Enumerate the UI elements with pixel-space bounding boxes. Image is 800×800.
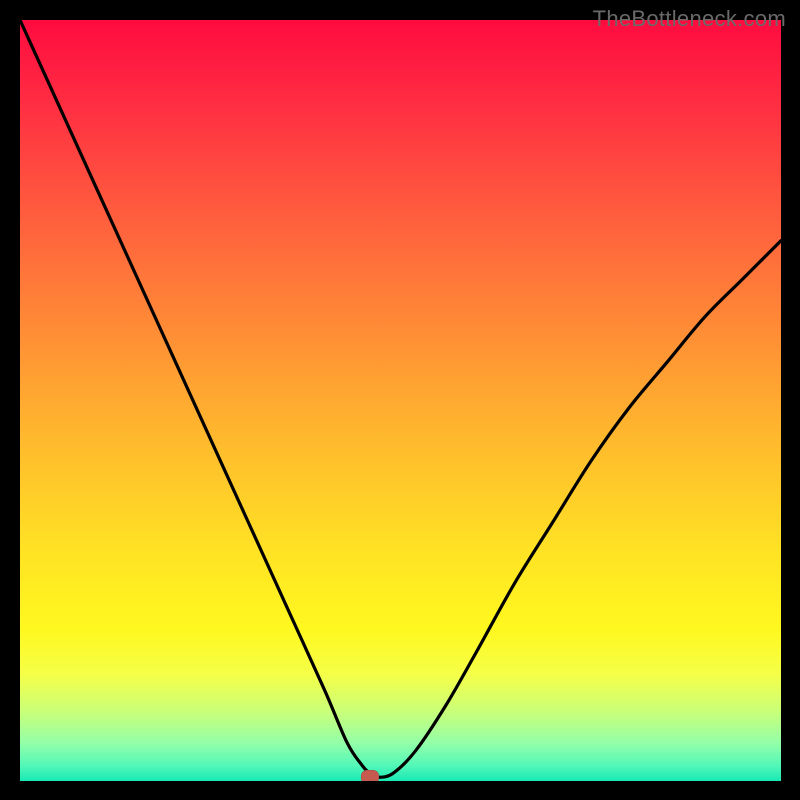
plot-area [20,20,781,781]
chart-container: TheBottleneck.com [0,0,800,800]
minimum-marker [361,770,379,781]
bottleneck-curve [20,20,781,781]
watermark-label: TheBottleneck.com [593,6,786,32]
